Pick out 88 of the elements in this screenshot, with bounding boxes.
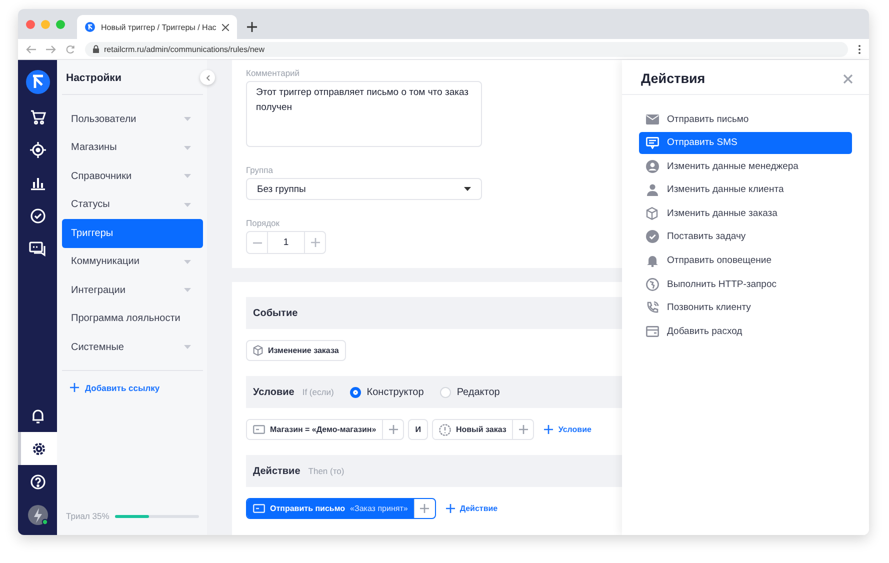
event-chip[interactable]: Изменение заказа (246, 340, 346, 361)
sidebar-item[interactable]: Магазины (62, 134, 203, 162)
plus-icon (420, 504, 430, 513)
browser-tab[interactable]: Новый триггер / Триггеры / Нас (77, 15, 238, 39)
action-item[interactable]: Отправить SMS (639, 132, 852, 154)
section-subtitle: Then (то) (308, 466, 344, 476)
minus-icon (252, 242, 262, 244)
action-chip[interactable]: Отправить письмо «Заказ принят» (247, 499, 415, 518)
add-action-button[interactable]: Действие (440, 504, 504, 513)
group-select[interactable]: Без группы (246, 178, 482, 200)
action-item[interactable]: Изменить данные менеджера (639, 155, 852, 178)
section-title: Действие (253, 466, 300, 476)
mode-radio[interactable]: Редактор (440, 386, 500, 398)
action-item[interactable]: Отправить письмо (639, 108, 852, 130)
chevron-down-icon (184, 202, 191, 207)
comment-field[interactable]: Этот триггер отправляет письмо о том что заказ получен (246, 81, 482, 147)
plus-icon (446, 504, 455, 513)
sidebar-item[interactable]: Триггеры (62, 219, 203, 248)
message-icon (646, 136, 658, 149)
plus-icon (544, 425, 554, 434)
add-condition-button[interactable]: Условие (538, 425, 598, 434)
action-item[interactable]: Выполнить HTTP-запрос (639, 273, 852, 296)
chevron-down-icon (184, 288, 191, 292)
chevron-down-icon (184, 345, 191, 350)
caret-icon (464, 187, 471, 191)
cart-icon[interactable] (30, 108, 46, 124)
menu-icon[interactable] (858, 44, 861, 54)
check-circle-icon (646, 230, 658, 244)
section-title: Условие (253, 386, 294, 398)
avatar-icon[interactable] (26, 504, 48, 526)
add-link[interactable]: Добавить ссылку (62, 378, 203, 396)
field-label: Комментарий (246, 68, 300, 78)
action-item[interactable]: Позвонить клиенту (639, 296, 852, 319)
phone-icon (646, 301, 658, 314)
sidebar-item[interactable]: Справочники (62, 162, 203, 190)
address-field[interactable]: retailcrm.ru/admin/communications/rules/new (85, 42, 848, 56)
action-item[interactable]: Поставить задачу (639, 226, 852, 248)
close-icon[interactable] (222, 24, 230, 30)
field-label: Порядок (246, 218, 280, 228)
target-icon[interactable] (30, 142, 46, 158)
field-label: Группа (246, 165, 273, 175)
alert-icon (438, 424, 451, 436)
logo-icon[interactable] (26, 70, 50, 94)
panel-title: Действия (641, 71, 706, 86)
bell-icon[interactable] (30, 408, 46, 424)
trial-label: Триал 35% (66, 511, 110, 521)
new-tab-icon[interactable] (247, 22, 258, 32)
sidebar-item[interactable]: Системные (62, 333, 203, 362)
wallet-icon (646, 326, 658, 337)
sidebar-item[interactable]: Интеграции (62, 276, 203, 304)
lock-icon (93, 45, 99, 53)
box-icon (253, 345, 263, 356)
action-item[interactable]: Изменить данные клиента (639, 178, 852, 201)
sidebar-item[interactable]: Статусы (62, 190, 203, 219)
ticket-icon (253, 425, 265, 434)
action-item[interactable]: Отправить оповещение (639, 250, 852, 272)
check-circle-icon[interactable] (30, 208, 46, 224)
plus-icon (518, 425, 528, 434)
condition-chip[interactable]: Магазин = «Демо-магазин» (247, 420, 384, 439)
chevron-down-icon (184, 260, 191, 264)
sidebar-item[interactable]: Программа лояльности (62, 304, 203, 333)
box-icon (646, 206, 658, 220)
chat-icon[interactable] (29, 240, 46, 256)
section-title: Событие (253, 308, 298, 318)
envelope-icon (646, 114, 658, 124)
condition-chip[interactable]: Новый заказ (432, 420, 514, 439)
sidebar-item[interactable]: Коммуникации (62, 248, 203, 276)
user-circle-icon (646, 160, 658, 173)
ticket-icon (253, 504, 265, 513)
collapse-button[interactable] (200, 70, 215, 85)
chevron-down-icon (184, 117, 191, 122)
person-icon (646, 184, 658, 196)
plus-icon (388, 425, 398, 434)
chevron-down-icon (184, 146, 191, 150)
operator-chip[interactable]: И (408, 419, 428, 440)
chevron-down-icon (184, 174, 191, 178)
plus-icon (310, 238, 320, 247)
favicon-icon (85, 22, 95, 32)
help-icon[interactable] (30, 474, 46, 490)
section-subtitle: If (если) (302, 387, 334, 397)
sidebar-item[interactable]: Пользователи (62, 105, 203, 134)
bell-icon (646, 254, 658, 268)
chevron-left-icon (206, 74, 210, 80)
action-item[interactable]: Изменить данные заказа (639, 202, 852, 224)
settings-icon[interactable] (31, 440, 47, 456)
plus-icon (70, 383, 79, 392)
action-item[interactable]: Добавить расход (639, 320, 852, 342)
mode-radio[interactable]: Конструктор (350, 386, 424, 398)
